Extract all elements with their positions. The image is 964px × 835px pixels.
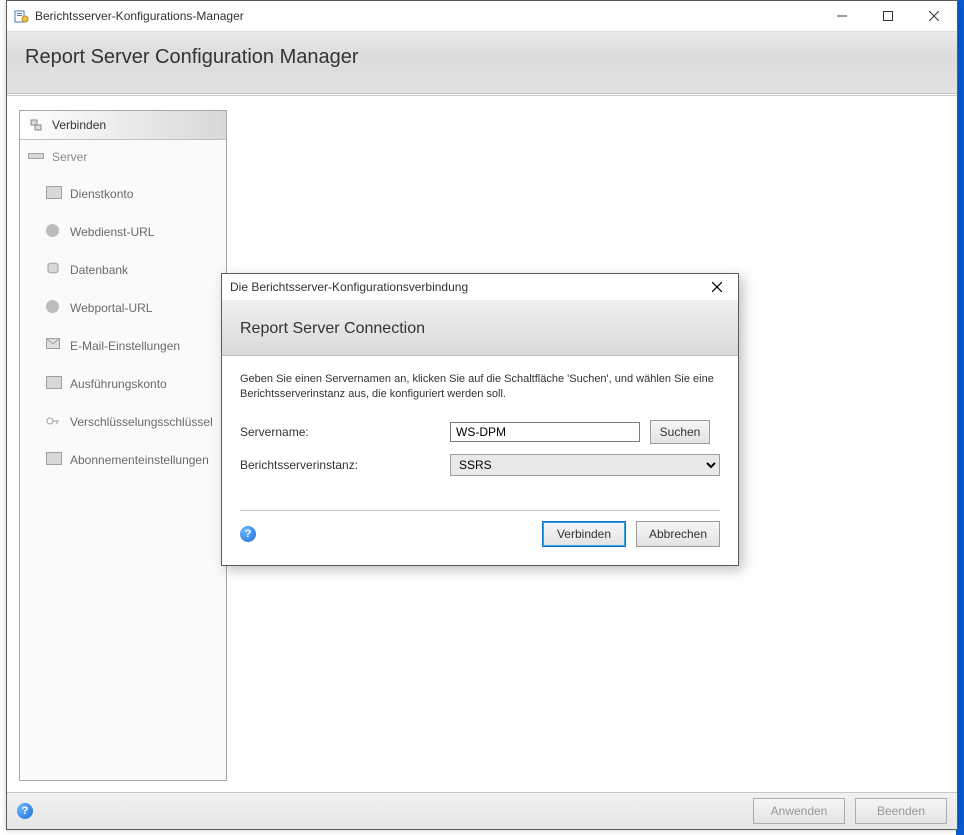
dialog-body: Geben Sie einen Servernamen an, klicken … [222, 356, 738, 565]
sidebar-item-connect[interactable]: Verbinden [20, 111, 226, 140]
sidebar-item-webportal-url[interactable]: Webportal-URL [20, 294, 226, 322]
email-icon [46, 338, 62, 354]
sidebar-item-abonnement[interactable]: Abonnementeinstellungen [20, 446, 226, 474]
server-icon [28, 149, 44, 165]
cancel-button[interactable]: Abbrechen [636, 521, 720, 547]
exec-account-icon [46, 376, 62, 392]
sidebar-section-server[interactable]: Server [20, 144, 226, 170]
sidebar-item-label: Webdienst-URL [70, 225, 154, 239]
sidebar-item-datenbank[interactable]: Datenbank [20, 256, 226, 284]
titlebar: Berichtsserver-Konfigurations-Manager [7, 1, 957, 32]
dialog-heading: Report Server Connection [240, 320, 720, 338]
sidebar-item-ausfuehrungskonto[interactable]: Ausführungskonto [20, 370, 226, 398]
sidebar-item-dienstkonto[interactable]: Dienstkonto [20, 180, 226, 208]
footer: ? Anwenden Beenden [7, 792, 957, 829]
sidebar-item-label: Datenbank [70, 263, 128, 277]
header-band: Report Server Configuration Manager [7, 32, 957, 94]
close-button[interactable] [911, 1, 957, 31]
dialog-titlebar: Die Berichtsserver-Konfigurationsverbind… [222, 274, 738, 300]
instance-select[interactable]: SSRS [450, 454, 720, 476]
dialog-footer: ? Verbinden Abbrechen [240, 510, 720, 557]
connection-dialog: Die Berichtsserver-Konfigurationsverbind… [221, 273, 739, 566]
window-title: Berichtsserver-Konfigurations-Manager [35, 9, 819, 23]
dialog-close-button[interactable] [704, 277, 730, 297]
row-servername: Servername: Suchen [240, 420, 720, 444]
sidebar-item-webdienst-url[interactable]: Webdienst-URL [20, 218, 226, 246]
key-icon [46, 414, 62, 430]
sidebar-item-label: Abonnementeinstellungen [70, 453, 209, 467]
database-icon [46, 262, 62, 278]
maximize-button[interactable] [865, 1, 911, 31]
sidebar-section-label: Server [52, 150, 87, 164]
sidebar-item-verschluesselung[interactable]: Verschlüsselungsschlüssel [20, 408, 226, 436]
exit-button[interactable]: Beenden [855, 798, 947, 824]
sidebar-item-label: Verschlüsselungsschlüssel [70, 415, 213, 429]
dialog-help-icon[interactable]: ? [240, 526, 256, 542]
dialog-title: Die Berichtsserver-Konfigurationsverbind… [230, 280, 468, 294]
subscription-icon [46, 452, 62, 468]
help-icon[interactable]: ? [17, 803, 33, 819]
dialog-instructions: Geben Sie einen Servernamen an, klicken … [240, 372, 720, 402]
sidebar: Verbinden Server Dienstkonto Webdienst-U… [19, 110, 227, 781]
account-icon [46, 186, 62, 202]
sidebar-item-label: Webportal-URL [70, 301, 152, 315]
connect-icon [28, 117, 44, 133]
globe-icon [46, 300, 62, 316]
search-button[interactable]: Suchen [650, 420, 710, 444]
sidebar-item-email[interactable]: E-Mail-Einstellungen [20, 332, 226, 360]
app-icon [13, 8, 29, 24]
dialog-header-band: Report Server Connection [222, 300, 738, 356]
apply-button[interactable]: Anwenden [753, 798, 845, 824]
sidebar-item-label: E-Mail-Einstellungen [70, 339, 180, 353]
sidebar-item-label: Ausführungskonto [70, 377, 167, 391]
sidebar-item-label: Verbinden [52, 118, 106, 132]
servername-input[interactable] [450, 422, 640, 442]
sidebar-item-label: Dienstkonto [70, 187, 133, 201]
row-instance: Berichtsserverinstanz: SSRS [240, 454, 720, 476]
globe-icon [46, 224, 62, 240]
page-title: Report Server Configuration Manager [25, 46, 939, 69]
connect-button[interactable]: Verbinden [542, 521, 626, 547]
minimize-button[interactable] [819, 1, 865, 31]
instance-label: Berichtsserverinstanz: [240, 458, 450, 472]
servername-label: Servername: [240, 425, 450, 439]
